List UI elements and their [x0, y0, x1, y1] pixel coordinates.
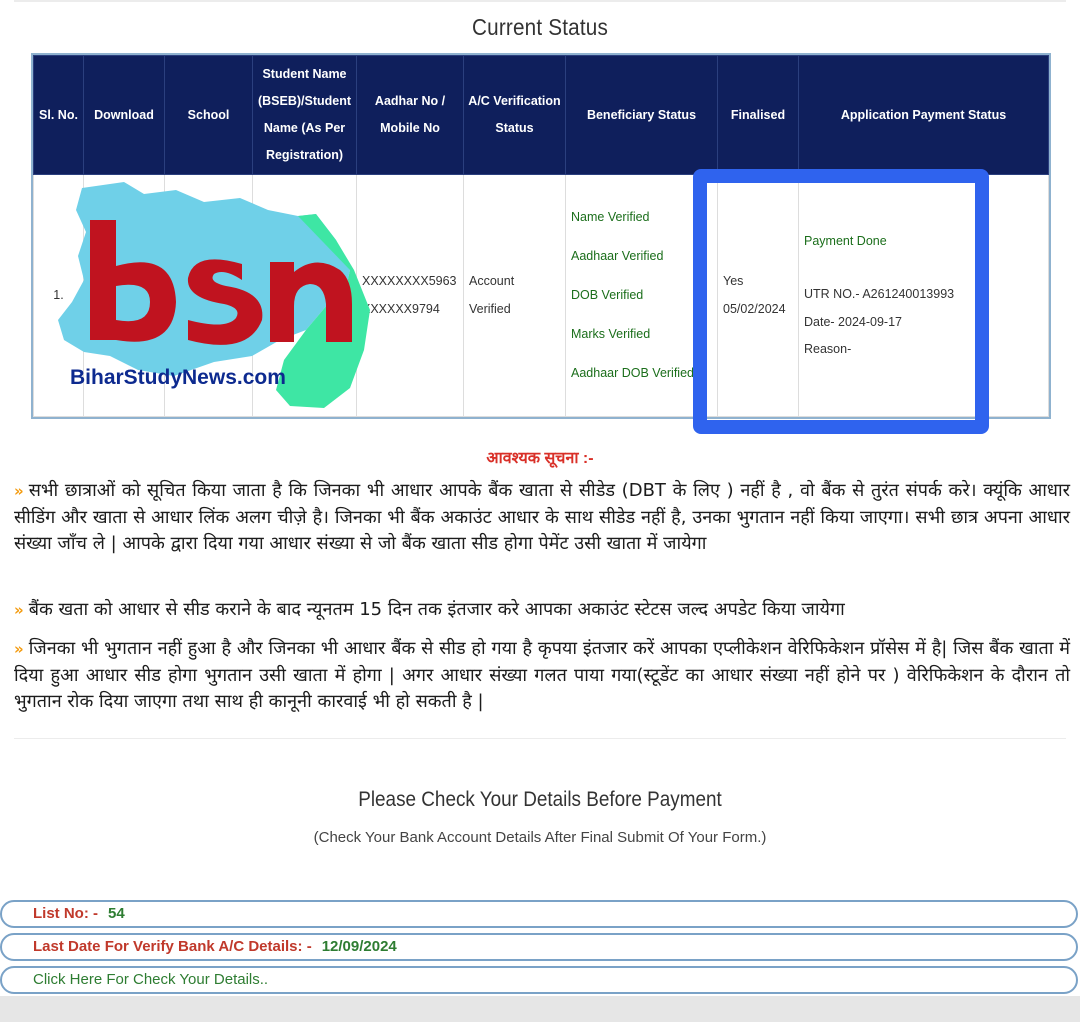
- col-aadhar: Aadhar No / Mobile No: [356, 55, 464, 175]
- double-chevron-icon: »: [14, 482, 24, 500]
- last-date-label: Last Date For Verify Bank A/C Details: -: [33, 938, 312, 955]
- ac-status-line2: Verified: [469, 301, 511, 316]
- payment-highlight-box: [693, 169, 989, 434]
- notice-title: आवश्यक सूचना :-: [486, 450, 594, 467]
- ac-status-line1: Account: [469, 274, 515, 288]
- footer-band: [0, 996, 1080, 1022]
- notice-paragraph: » सभी छात्राओं को सूचित किया जाता है कि ज…: [14, 478, 1070, 558]
- list-no-label: List No: -: [33, 905, 98, 922]
- section-divider: [14, 738, 1066, 739]
- table-header-row: Sl. No. Download School Student Name (BS…: [33, 55, 1049, 175]
- page-title: Current Status: [472, 14, 608, 40]
- col-finalised: Finalised: [717, 55, 799, 175]
- cell-ac-status: Account Verified: [463, 174, 566, 417]
- aadhar-no: XXXXXXXX5963: [362, 274, 457, 288]
- logo-letter-b-stem: [90, 220, 116, 340]
- notice-text: सभी छात्राओं को सूचित किया जाता है कि जि…: [14, 480, 1070, 554]
- mobile-no: XXXXXX9794: [362, 301, 440, 316]
- check-note: (Check Your Bank Account Details After F…: [313, 829, 767, 846]
- notice-paragraph: » बैंक खता को आधार से सीड कराने के बाद न्…: [14, 597, 1070, 624]
- top-divider: [14, 0, 1066, 2]
- check-details-link[interactable]: Click Here For Check Your Details..: [0, 966, 1078, 994]
- col-download: Download: [83, 55, 165, 175]
- double-chevron-icon: »: [14, 601, 24, 619]
- beneficiary-item: Aadhaar Verified: [571, 249, 664, 263]
- beneficiary-item: DOB Verified: [571, 288, 644, 302]
- col-student-name: Student Name (BSEB)/Student Name (As Per…: [252, 55, 357, 175]
- list-no-bar: List No: - 54: [0, 900, 1078, 928]
- double-chevron-icon: »: [14, 640, 24, 658]
- col-beneficiary: Beneficiary Status: [565, 55, 718, 175]
- notice-paragraph: » जिनका भी भुगतान नहीं हुआ है और जिनका भी…: [14, 636, 1070, 716]
- col-payment-status: Application Payment Status: [798, 55, 1049, 175]
- col-school: School: [164, 55, 253, 175]
- col-ac-verification: A/C Verification Status: [463, 55, 566, 175]
- last-date-bar: Last Date For Verify Bank A/C Details: -…: [0, 933, 1078, 961]
- beneficiary-item: Name Verified: [571, 210, 650, 224]
- watermark-site-name: BiharStudyNews.com: [70, 366, 286, 389]
- notice-text: जिनका भी भुगतान नहीं हुआ है और जिनका भी …: [14, 638, 1070, 712]
- beneficiary-item: Marks Verified: [571, 327, 651, 341]
- notice-text: बैंक खता को आधार से सीड कराने के बाद न्य…: [28, 599, 845, 620]
- bsn-watermark-logo: BiharStudyNews.com: [58, 182, 370, 408]
- col-sl-no: Sl. No.: [33, 55, 84, 175]
- beneficiary-item: Aadhaar DOB Verified: [571, 366, 694, 380]
- last-date-value: 12/09/2024: [321, 938, 397, 955]
- list-no-value: 54: [108, 905, 125, 922]
- check-title: Please Check Your Details Before Payment: [358, 788, 722, 811]
